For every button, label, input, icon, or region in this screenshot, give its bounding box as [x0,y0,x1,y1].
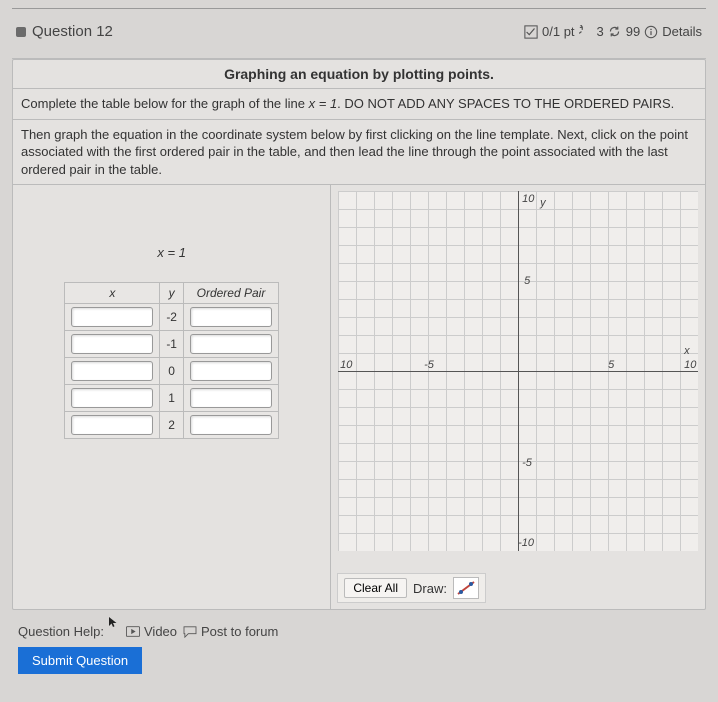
table-row: 2 [65,412,279,439]
attempts-left: 99 [626,24,640,39]
x-input-2[interactable] [71,361,153,381]
tick-x-10: 10 [684,359,696,371]
help-prefix: Question Help: [18,624,104,639]
tick-y-neg10: -10 [518,537,534,549]
question-card: Graphing an equation by plotting points.… [12,59,706,610]
pair-input-1[interactable] [190,334,272,354]
forum-help-link[interactable]: Post to forum [183,624,278,639]
instr1-pre: Complete the table below for the graph o… [21,96,309,111]
coordinate-grid[interactable]: 10 y 5 -5 -10 10 -5 5 10 x [338,191,698,571]
x-input-4[interactable] [71,415,153,435]
details-link[interactable]: Details [662,24,702,39]
info-icon[interactable] [644,25,658,39]
y-val-4: 2 [160,412,184,439]
score-text: 0/1 pt [542,24,575,39]
retry-count: 3 [597,24,604,39]
instr1-eq: x = 1 [309,96,338,111]
tick-x-neg5: -5 [424,359,434,371]
tick-x-5: 5 [608,359,614,371]
pair-input-3[interactable] [190,388,272,408]
x-axis-label: x [684,345,690,357]
y-val-3: 1 [160,385,184,412]
table-row: -2 [65,304,279,331]
x-input-1[interactable] [71,334,153,354]
y-val-2: 0 [160,358,184,385]
submit-button[interactable]: Submit Question [18,647,142,674]
pair-input-4[interactable] [190,415,272,435]
line-tool-button[interactable] [453,577,479,599]
question-header: Question 12 0/1 pt 3 99 Details [12,13,706,52]
video-help-link[interactable]: Video [126,624,177,639]
video-icon [126,625,140,639]
table-row: 1 [65,385,279,412]
question-title: Question 12 [32,23,113,40]
table-panel: x = 1 x y Ordered Pair -2 -1 [13,185,331,609]
instruction-2: Then graph the equation in the coordinat… [13,120,705,186]
x-input-3[interactable] [71,388,153,408]
col-x: x [65,283,160,304]
tick-y-neg5: -5 [522,457,532,469]
y-axis-label: y [540,197,546,209]
forum-label: Post to forum [201,624,278,639]
table-row: -1 [65,331,279,358]
chat-icon [183,625,197,639]
ordered-pair-table: x y Ordered Pair -2 -1 0 [64,282,279,439]
equation-label: x = 1 [157,245,186,260]
section-title: Graphing an equation by plotting points. [13,60,705,89]
col-pair: Ordered Pair [183,283,278,304]
x-input-0[interactable] [71,307,153,327]
help-row: Question Help: Video Post to forum [12,610,706,647]
col-y: y [160,283,184,304]
y-val-1: -1 [160,331,184,358]
tick-y-10: 10 [522,193,534,205]
draw-label: Draw: [413,581,447,596]
y-val-0: -2 [160,304,184,331]
clear-all-button[interactable]: Clear All [344,578,407,598]
graph-panel: 10 y 5 -5 -10 10 -5 5 10 x Clear All Dra… [331,185,705,609]
checkbox-icon [524,25,538,39]
tick-y-5: 5 [524,275,530,287]
instruction-1: Complete the table below for the graph o… [13,89,705,120]
table-row: 0 [65,358,279,385]
draw-toolbar: Clear All Draw: [337,573,486,603]
cursor-icon [108,616,118,631]
refresh-icon [608,25,622,39]
question-bullet-icon [16,27,26,37]
undo-icon [579,25,593,39]
video-label: Video [144,624,177,639]
pair-input-2[interactable] [190,361,272,381]
instr1-post: . DO NOT ADD ANY SPACES TO THE ORDERED P… [337,96,674,111]
pair-input-0[interactable] [190,307,272,327]
tick-x-left10: 10 [340,359,352,371]
